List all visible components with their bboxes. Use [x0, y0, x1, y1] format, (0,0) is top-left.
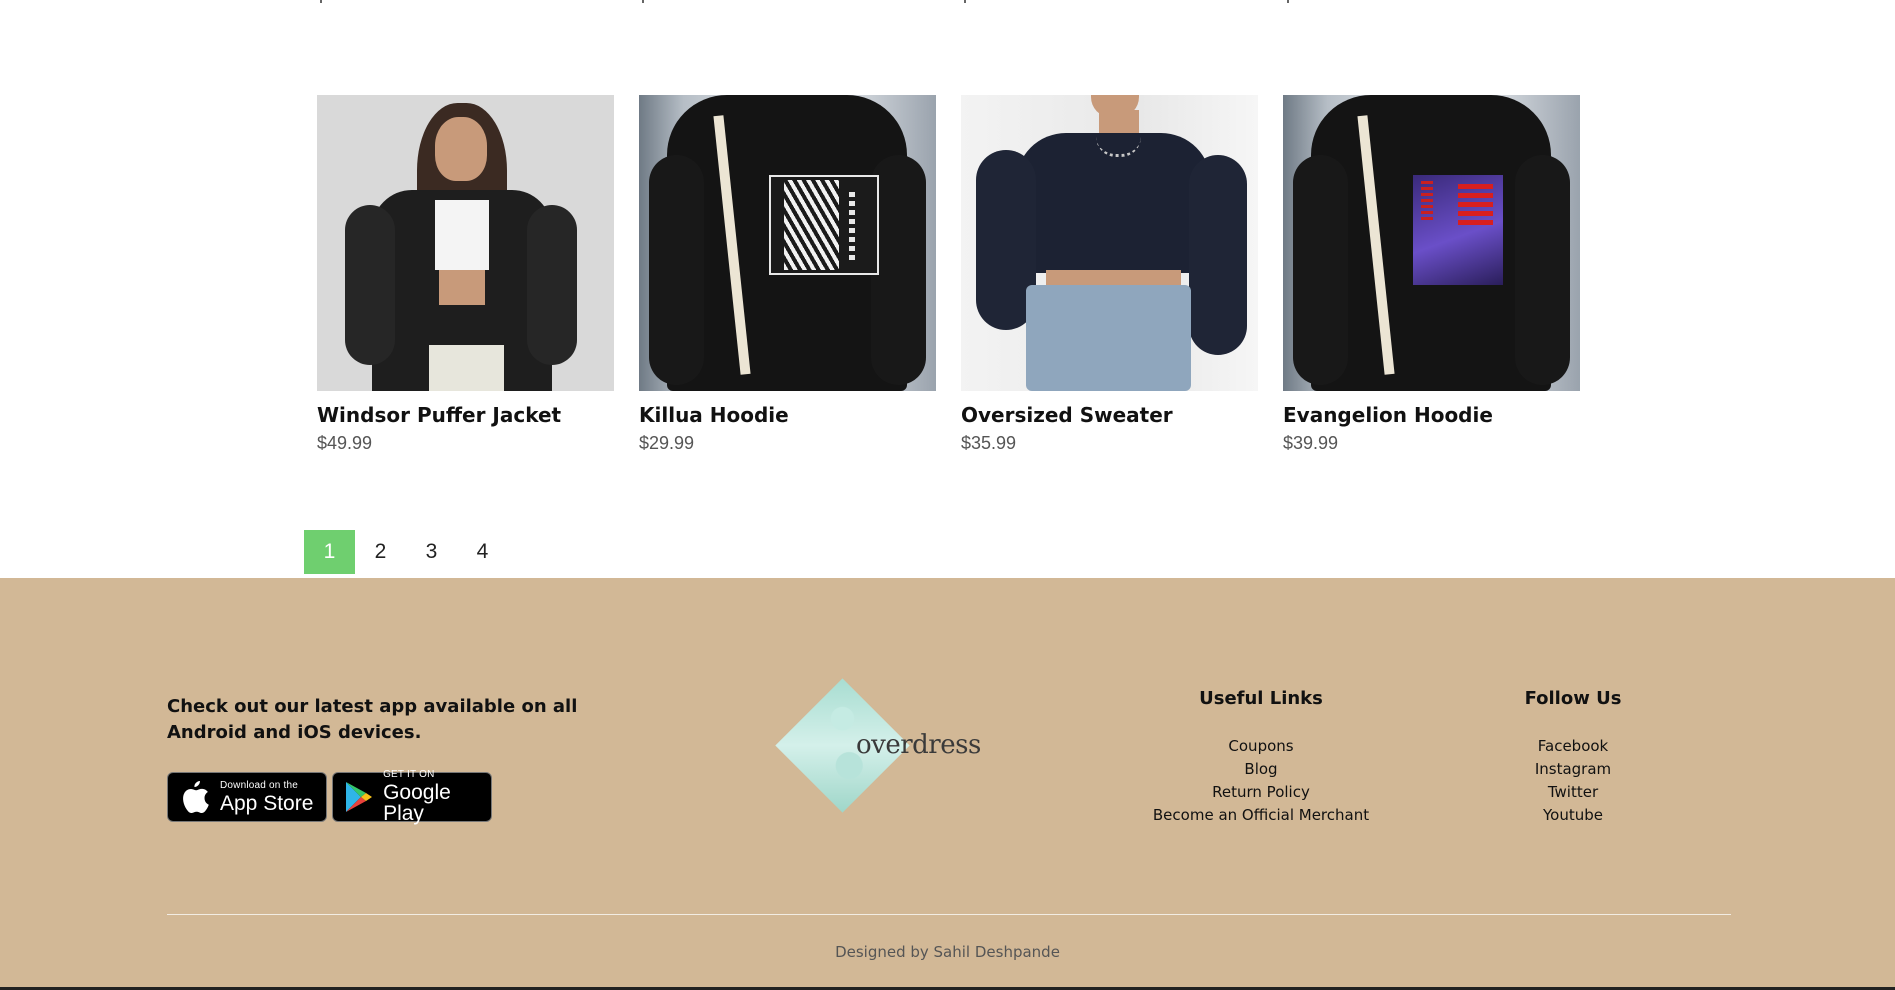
product-image[interactable] [961, 95, 1258, 391]
link-coupons[interactable]: Coupons [1131, 735, 1391, 758]
store-badges: Download on the App Store GET IT ON Goog… [167, 769, 637, 825]
product-image[interactable] [1283, 95, 1580, 391]
product-grid: Windsor Puffer Jacket $49.99 Killua Hood… [317, 95, 1582, 455]
brand-logo[interactable]: overdress [770, 678, 981, 818]
link-blog[interactable]: Blog [1131, 758, 1391, 781]
link-become-merchant[interactable]: Become an Official Merchant [1131, 804, 1391, 827]
product-price: $49.99 [317, 433, 373, 453]
product-name[interactable]: Evangelion Hoodie [1283, 403, 1580, 427]
link-youtube[interactable]: Youtube [1443, 804, 1703, 827]
page-button-2[interactable]: 2 [355, 530, 406, 574]
page-button-1[interactable]: 1 [304, 530, 355, 574]
product-card[interactable]: Windsor Puffer Jacket $49.99 [317, 95, 614, 454]
useful-links: Useful Links Coupons Blog Return Policy … [1131, 688, 1391, 827]
page-button-3[interactable]: 3 [406, 530, 457, 574]
app-store-button[interactable]: Download on the App Store [167, 772, 327, 822]
app-promo: Check out our latest app available on al… [167, 694, 637, 825]
product-price: $29.99 [639, 433, 695, 453]
product-name[interactable]: Oversized Sweater [961, 403, 1258, 427]
designer-credit: Designed by Sahil Deshpande [835, 943, 1060, 961]
link-facebook[interactable]: Facebook [1443, 735, 1703, 758]
product-image[interactable] [317, 95, 614, 391]
product-card[interactable]: Evangelion Hoodie $39.99 [1283, 95, 1580, 454]
page-button-4[interactable]: 4 [457, 530, 508, 574]
google-play-button[interactable]: GET IT ON Google Play [332, 769, 492, 825]
product-name[interactable]: Killua Hoodie [639, 403, 936, 427]
link-twitter[interactable]: Twitter [1443, 781, 1703, 804]
product-price: $35.99 [961, 433, 1017, 453]
site-footer: Check out our latest app available on al… [0, 578, 1895, 990]
pagination: 1 2 3 4 [304, 530, 508, 574]
footer-divider [167, 914, 1731, 915]
product-card[interactable]: Oversized Sweater $35.99 [961, 95, 1258, 454]
app-promo-text: Check out our latest app available on al… [167, 696, 578, 743]
google-play-icon [343, 780, 375, 814]
apple-icon [178, 780, 212, 814]
google-play-small-text: GET IT ON [383, 769, 435, 780]
useful-links-title: Useful Links [1199, 688, 1323, 709]
follow-us: Follow Us Facebook Instagram Twitter You… [1443, 688, 1703, 827]
link-instagram[interactable]: Instagram [1443, 758, 1703, 781]
logo-text: overdress [856, 730, 981, 760]
product-image[interactable] [639, 95, 936, 391]
product-card[interactable]: Killua Hoodie $29.99 [639, 95, 936, 454]
app-store-big-text: App Store [220, 791, 314, 815]
link-return-policy[interactable]: Return Policy [1131, 781, 1391, 804]
product-price: $39.99 [1283, 433, 1339, 453]
app-store-small-text: Download on the [220, 779, 299, 791]
product-name[interactable]: Windsor Puffer Jacket [317, 403, 614, 427]
previous-row-edge [0, 0, 1895, 10]
follow-us-title: Follow Us [1524, 688, 1622, 709]
google-play-big-text: Google Play [383, 781, 451, 825]
